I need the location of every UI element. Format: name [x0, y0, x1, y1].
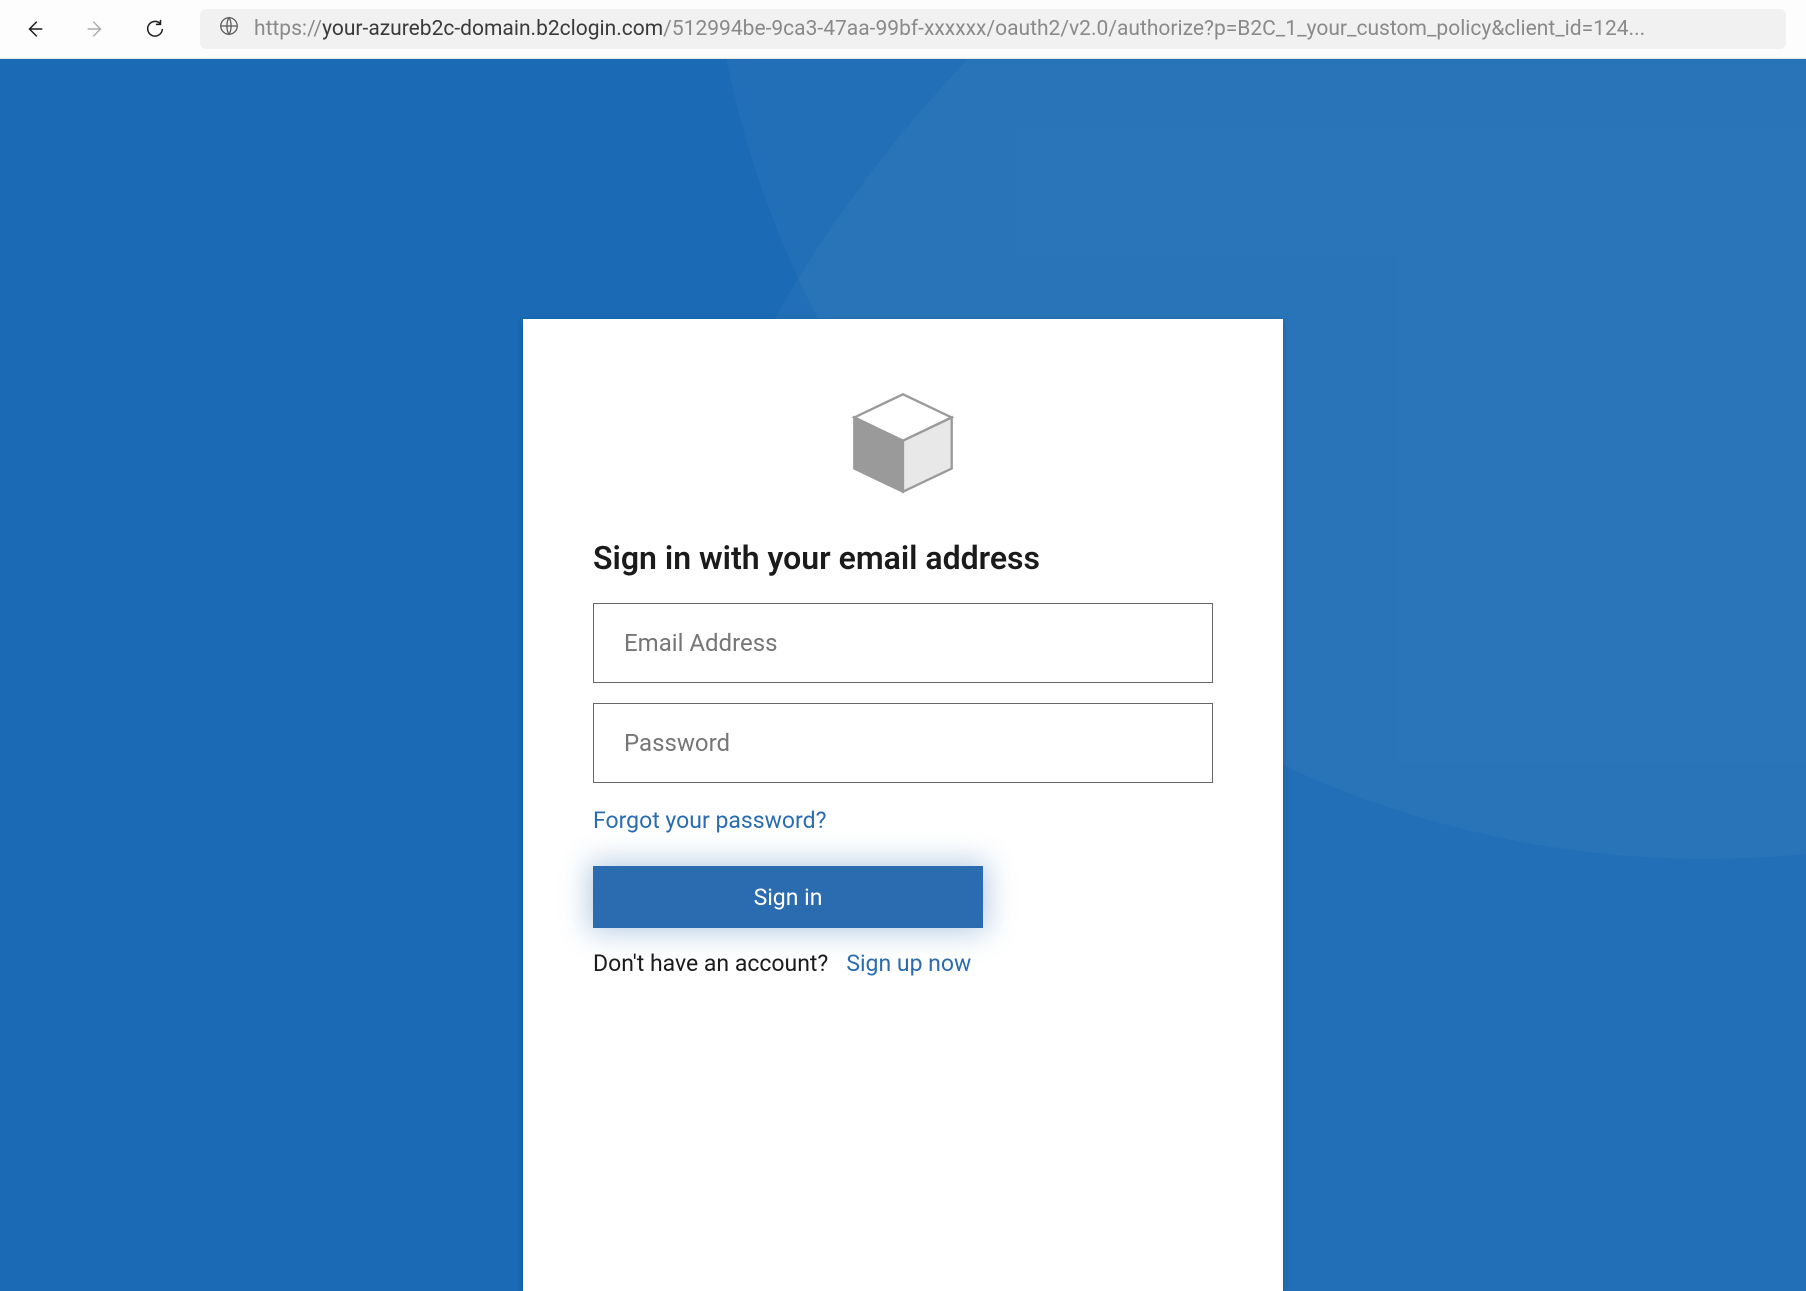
forgot-password-link[interactable]: Forgot your password? — [593, 807, 826, 834]
back-button[interactable] — [20, 14, 50, 44]
globe-icon — [218, 15, 240, 43]
no-account-label: Don't have an account? — [593, 950, 828, 977]
url-path: /512994be-9ca3-47aa-99bf-xxxxxx/oauth2/v… — [663, 17, 1645, 41]
browser-toolbar: https://your-azureb2c-domain.b2clogin.co… — [0, 0, 1806, 59]
reload-button[interactable] — [140, 14, 170, 44]
address-bar[interactable]: https://your-azureb2c-domain.b2clogin.co… — [200, 9, 1786, 49]
signup-link[interactable]: Sign up now — [846, 950, 971, 977]
cube-icon — [845, 385, 961, 501]
url-host: your-azureb2c-domain.b2clogin.com — [322, 17, 663, 41]
signin-heading: Sign in with your email address — [593, 539, 1213, 577]
url-text: https://your-azureb2c-domain.b2clogin.co… — [254, 17, 1645, 41]
page-background: Sign in with your email address Forgot y… — [0, 59, 1806, 1291]
url-scheme: https:// — [254, 17, 322, 41]
signin-card: Sign in with your email address Forgot y… — [523, 319, 1283, 1291]
signin-button[interactable]: Sign in — [593, 866, 983, 928]
email-field[interactable] — [593, 603, 1213, 683]
password-field[interactable] — [593, 703, 1213, 783]
forward-button — [80, 14, 110, 44]
tenant-logo — [593, 385, 1213, 505]
